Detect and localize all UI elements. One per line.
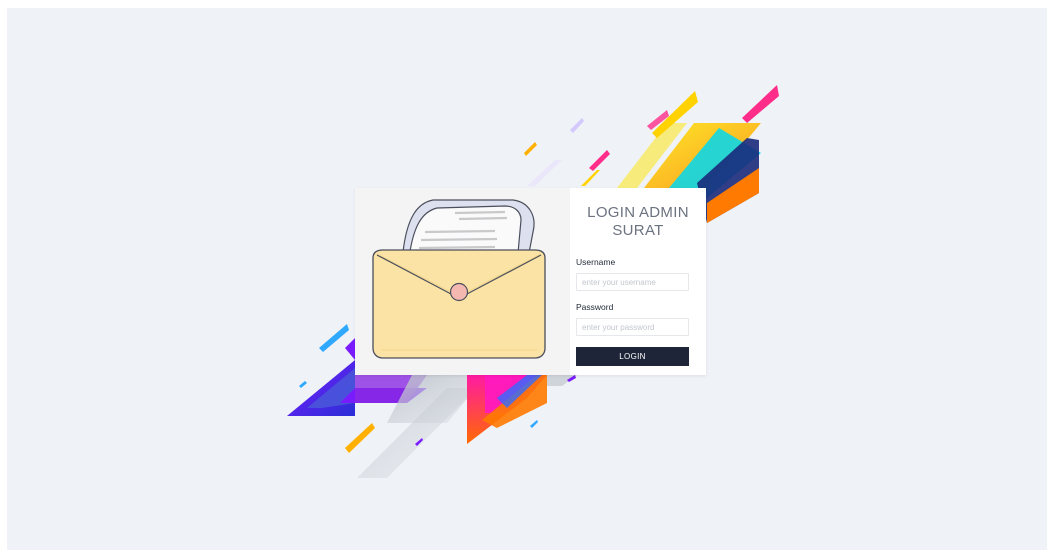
login-title-line1: LOGIN ADMIN <box>587 204 689 221</box>
username-label: Username <box>576 257 616 267</box>
envelope-letter-icon <box>372 199 546 359</box>
illustration-panel <box>355 188 570 375</box>
password-label: Password <box>576 302 614 312</box>
login-title: LOGIN ADMIN SURAT <box>570 204 706 240</box>
login-card: LOGIN ADMIN SURAT Username Password LOGI… <box>355 188 706 375</box>
username-input[interactable] <box>576 273 689 291</box>
password-input[interactable] <box>576 318 689 336</box>
login-title-line2: SURAT <box>612 222 664 239</box>
login-page: LOGIN ADMIN SURAT Username Password LOGI… <box>7 8 1047 550</box>
login-button[interactable]: LOGIN <box>576 347 689 366</box>
